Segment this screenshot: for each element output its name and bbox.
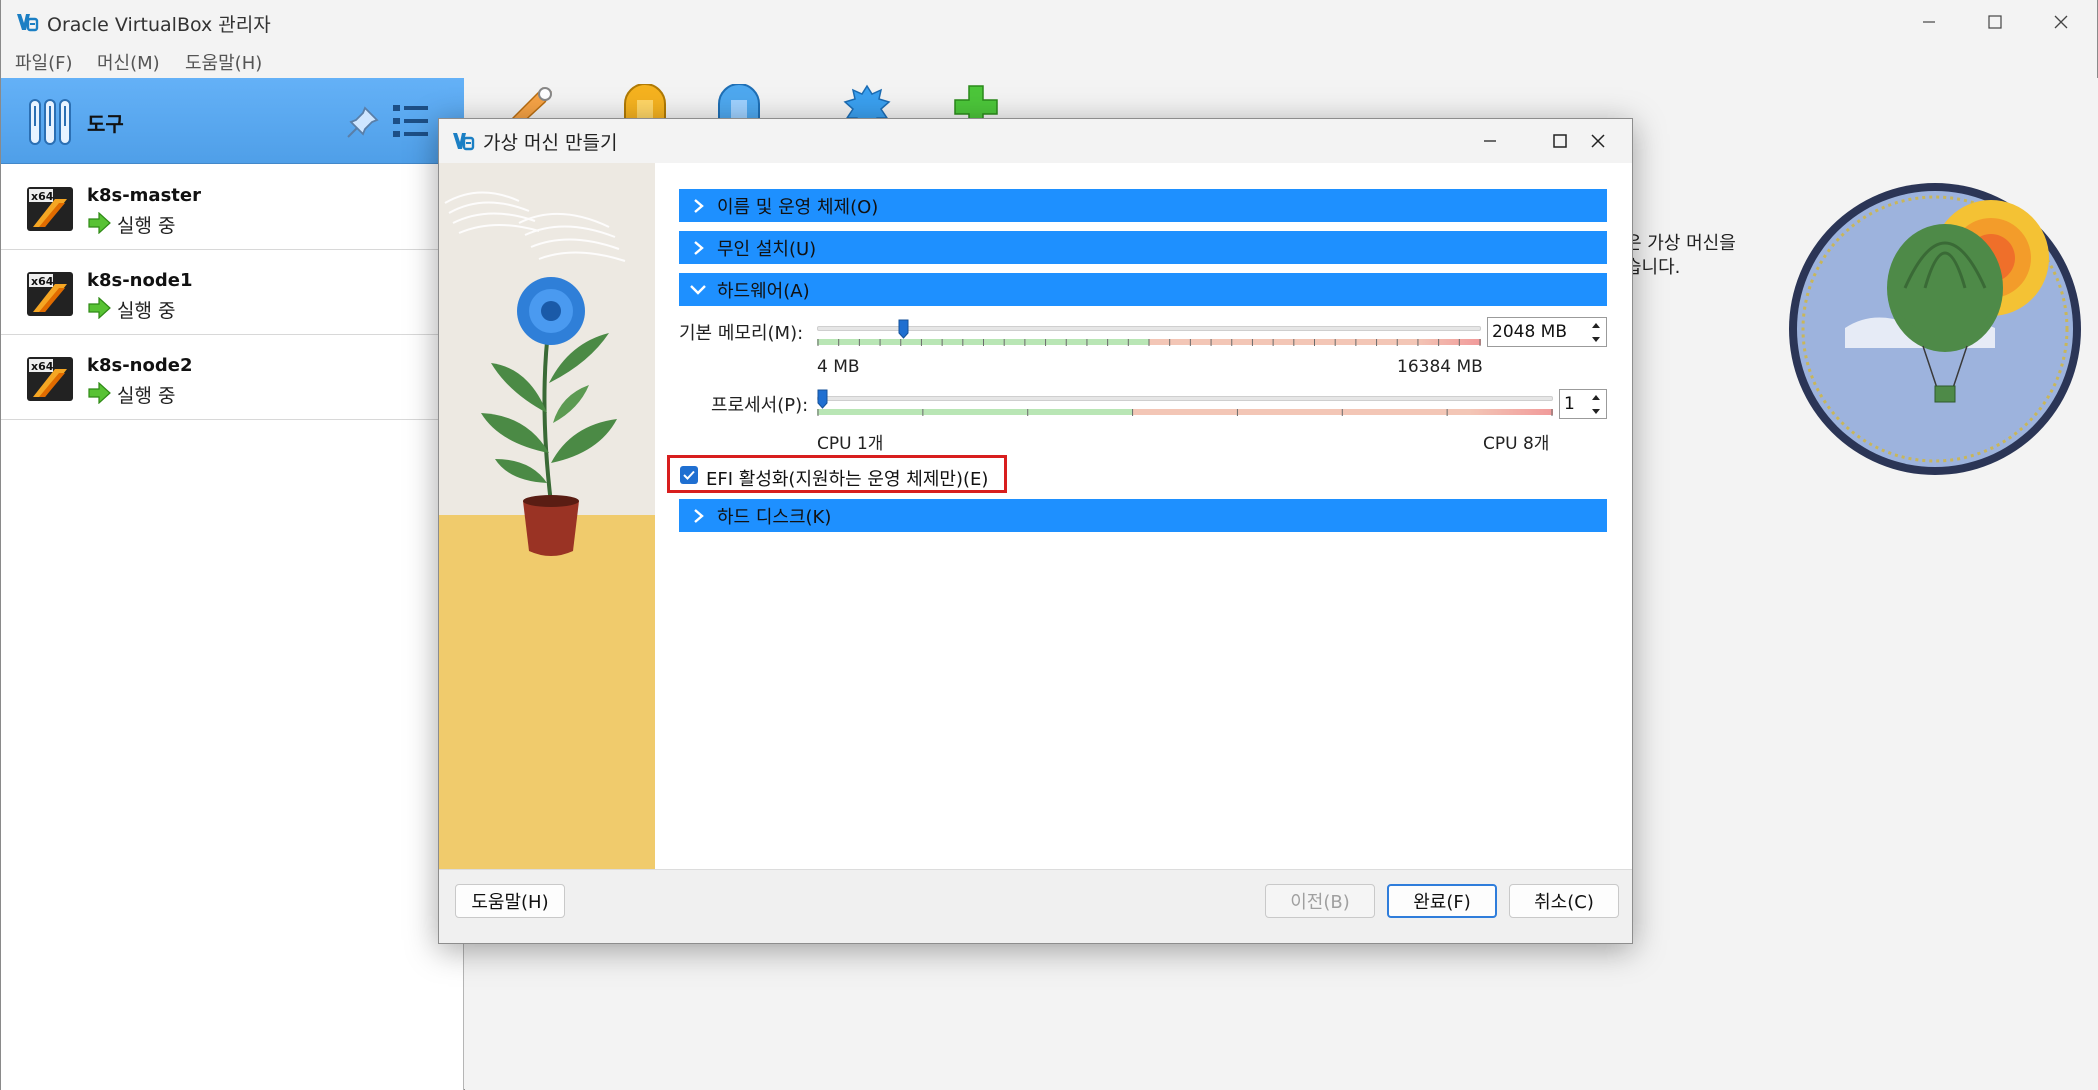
vm-name: k8s-node1 — [87, 270, 193, 291]
help-button[interactable]: 도움말(H) — [455, 884, 565, 918]
spin-down-icon[interactable] — [1591, 336, 1601, 343]
main-titlebar: Oracle VirtualBox 관리자 — [1, 0, 2097, 44]
running-arrow-icon — [88, 212, 111, 234]
maximize-icon — [1553, 134, 1567, 148]
dialog-body: 이름 및 운영 체제(O) 무인 설치(U) 하드웨어(A) 기본 메모리(M)… — [439, 163, 1632, 869]
memory-max-label: 16384 MB — [1397, 357, 1483, 377]
welcome-text: 은 가상 머신을 습니다. — [1625, 233, 1736, 278]
slider-track — [817, 326, 1481, 331]
chevron-down-icon — [690, 284, 706, 295]
section-label: 하드 디스크(K) — [717, 506, 832, 528]
dialog-title: 가상 머신 만들기 — [483, 132, 618, 154]
chevron-right-icon — [694, 240, 704, 255]
os-x64-icon: x64 — [27, 272, 73, 316]
checkmark-icon — [683, 470, 695, 480]
svg-text:x64: x64 — [31, 360, 54, 373]
svg-text:x64: x64 — [31, 275, 54, 288]
section-hard-disk[interactable]: 하드 디스크(K) — [679, 499, 1607, 532]
menu-help[interactable]: 도움말(H) — [185, 49, 262, 75]
dialog-titlebar: 가상 머신 만들기 — [439, 119, 1632, 163]
section-name-os[interactable]: 이름 및 운영 체제(O) — [679, 189, 1607, 222]
vm-state: 실행 중 — [117, 300, 176, 322]
maximize-button[interactable] — [1962, 0, 2028, 44]
menubar: 파일(F) 머신(M) 도움말(H) — [1, 44, 2097, 78]
tools-label: 도구 — [87, 112, 124, 136]
sidebar-item-tools[interactable]: 도구 — [1, 78, 464, 164]
close-icon — [1591, 134, 1605, 148]
section-hardware[interactable]: 하드웨어(A) — [679, 273, 1607, 306]
maximize-icon — [1988, 15, 2002, 29]
section-label: 무인 설치(U) — [717, 238, 817, 260]
close-button[interactable] — [2028, 0, 2094, 44]
create-vm-dialog: 가상 머신 만들기 이름 및 운영 체제(O) 무인 설치(U) 하드웨어(A)… — [438, 118, 1633, 944]
vm-name: k8s-master — [87, 185, 201, 206]
memory-slider[interactable] — [817, 319, 1481, 353]
memory-spinbox[interactable]: 2048 MB — [1487, 317, 1607, 347]
section-label: 하드웨어(A) — [717, 280, 810, 302]
efi-option-highlight: EFI 활성화(지원하는 운영 체제만)(E) — [667, 455, 1007, 493]
memory-value: 2048 MB — [1492, 322, 1567, 342]
spin-up-icon[interactable] — [1591, 394, 1601, 401]
vm-list-item[interactable]: x64 k8s-master 실행 중 — [1, 165, 464, 250]
virtualbox-logo-icon — [17, 14, 39, 32]
vm-list-item[interactable]: x64 k8s-node2 실행 중 — [1, 335, 464, 420]
section-label: 이름 및 운영 체제(O) — [717, 196, 879, 218]
vm-state: 실행 중 — [117, 385, 176, 407]
machine-sidebar: 도구 x64 k8s-master 실행 중 x64 k8s-node1 실행 … — [1, 78, 464, 1090]
memory-label: 기본 메모리(M): — [679, 323, 804, 344]
dialog-footer: 도움말(H) 이전(B) 완료(F) 취소(C) — [439, 869, 1632, 943]
vm-state: 실행 중 — [117, 215, 176, 237]
processor-label: 프로세서(P): — [711, 395, 809, 416]
section-unattended-install[interactable]: 무인 설치(U) — [679, 231, 1607, 264]
app-title: Oracle VirtualBox 관리자 — [47, 14, 271, 36]
efi-checkbox[interactable] — [680, 466, 698, 484]
back-button[interactable]: 이전(B) — [1265, 884, 1375, 918]
list-view-icon[interactable] — [391, 102, 431, 140]
virtualbox-logo-icon — [453, 133, 475, 151]
tools-icon — [29, 99, 71, 145]
svg-text:x64: x64 — [31, 190, 54, 203]
slider-track — [817, 396, 1553, 401]
pin-icon[interactable] — [345, 104, 381, 140]
slider-thumb[interactable] — [898, 319, 909, 339]
chevron-right-icon — [694, 508, 704, 523]
finish-button[interactable]: 완료(F) — [1387, 884, 1497, 918]
hot-air-balloon-illustration — [1789, 183, 2081, 475]
processor-value: 1 — [1564, 394, 1575, 414]
spin-up-icon[interactable] — [1591, 322, 1601, 329]
slider-ticks — [817, 409, 1553, 416]
vm-list-item[interactable]: x64 k8s-node1 실행 중 — [1, 250, 464, 335]
minimize-button[interactable] — [1896, 0, 1962, 44]
chevron-right-icon — [694, 198, 704, 213]
os-x64-icon: x64 — [27, 187, 73, 231]
running-arrow-icon — [88, 297, 111, 319]
processor-spinbox[interactable]: 1 — [1559, 389, 1607, 419]
efi-label[interactable]: EFI 활성화(지원하는 운영 체제만)(E) — [706, 465, 988, 491]
slider-thumb[interactable] — [817, 389, 828, 409]
processor-max-label: CPU 8개 — [1483, 434, 1550, 454]
slider-ticks — [817, 339, 1481, 346]
os-x64-icon: x64 — [27, 357, 73, 401]
plant-illustration — [439, 163, 655, 869]
running-arrow-icon — [88, 382, 111, 404]
menu-file[interactable]: 파일(F) — [15, 49, 73, 75]
vm-name: k8s-node2 — [87, 355, 193, 376]
minimize-icon — [1484, 140, 1496, 142]
close-icon — [2054, 15, 2068, 29]
minimize-icon — [1923, 21, 1935, 23]
memory-min-label: 4 MB — [817, 357, 860, 377]
dialog-minimize-button[interactable] — [1455, 119, 1525, 163]
processor-min-label: CPU 1개 — [817, 434, 884, 454]
menu-machine[interactable]: 머신(M) — [97, 49, 160, 75]
cancel-button[interactable]: 취소(C) — [1509, 884, 1619, 918]
processor-slider[interactable] — [817, 389, 1553, 423]
dialog-close-button[interactable] — [1567, 119, 1629, 163]
spin-down-icon[interactable] — [1591, 408, 1601, 415]
